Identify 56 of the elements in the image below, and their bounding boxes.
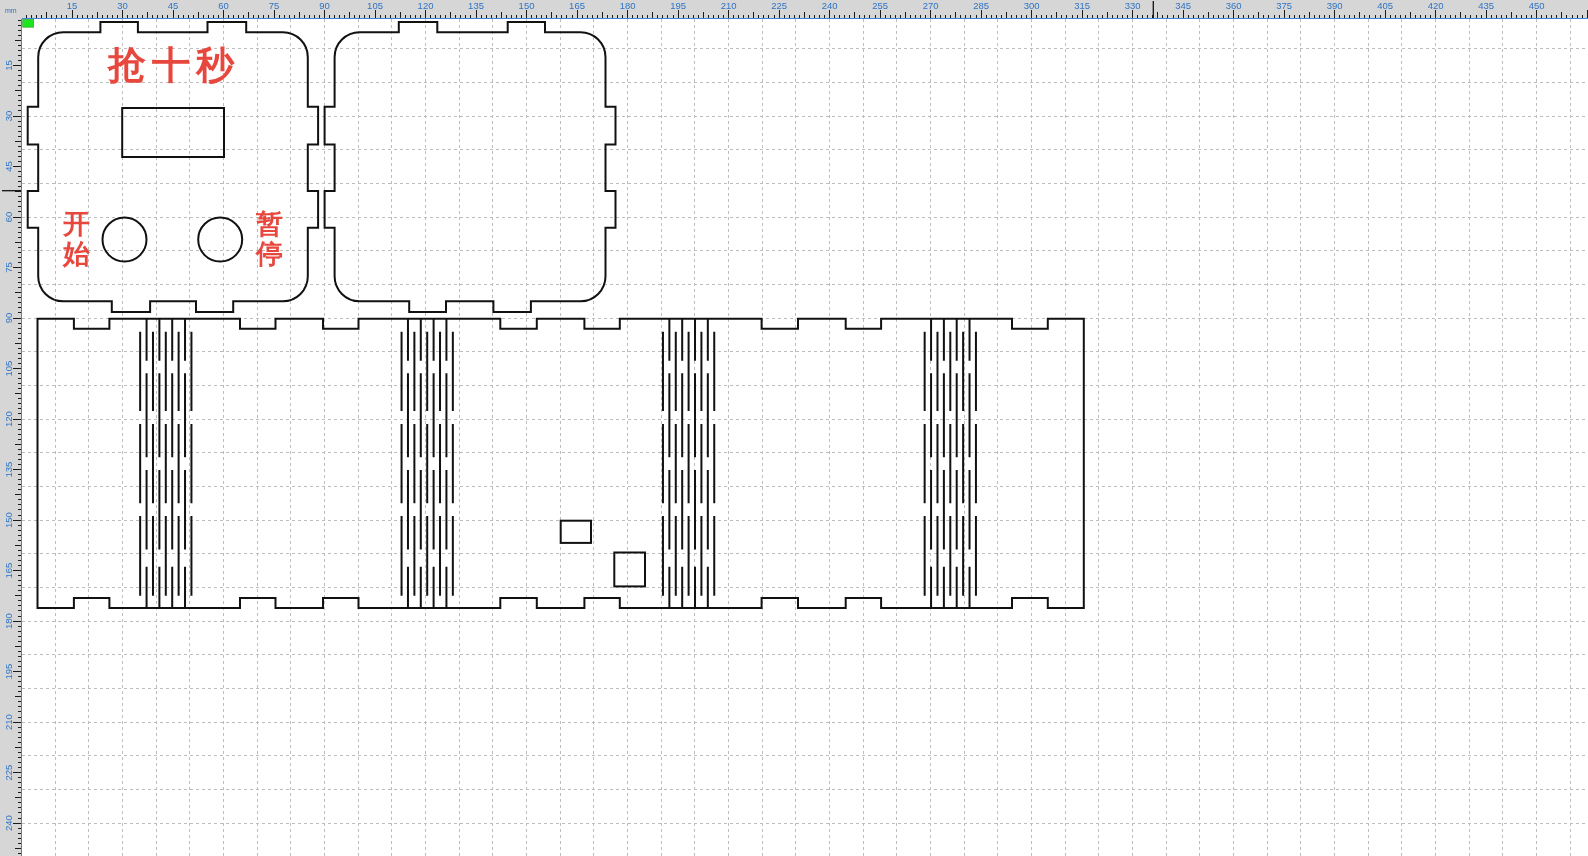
ruler-label: 390 bbox=[1326, 0, 1343, 11]
ruler-label: 30 bbox=[3, 110, 14, 122]
ruler-label: 225 bbox=[771, 0, 787, 11]
ruler-label: 405 bbox=[1377, 0, 1394, 11]
ruler-label: 135 bbox=[468, 0, 484, 11]
ruler-label: 315 bbox=[1074, 0, 1091, 11]
pause-label: 暂停 bbox=[256, 209, 283, 269]
ruler-label: 330 bbox=[1124, 0, 1141, 11]
ruler-label: 195 bbox=[3, 663, 14, 680]
ruler-label: 270 bbox=[922, 0, 939, 11]
ruler-label: 60 bbox=[218, 0, 229, 11]
ruler-label: 105 bbox=[367, 0, 383, 11]
ruler-label: 75 bbox=[268, 0, 280, 11]
panel-title: 抢十秒 bbox=[108, 46, 240, 84]
ruler-label: 240 bbox=[821, 0, 838, 11]
ruler-label: 180 bbox=[3, 613, 14, 629]
ruler-label: 180 bbox=[619, 0, 636, 11]
ruler-label: 90 bbox=[319, 0, 330, 11]
ruler-label: 120 bbox=[417, 0, 434, 11]
ruler-label: 105 bbox=[3, 360, 14, 377]
ruler-label: 420 bbox=[1427, 0, 1444, 11]
ruler-label: 195 bbox=[670, 0, 686, 11]
cursor-marker bbox=[1, 190, 21, 192]
ruler-label: 240 bbox=[3, 815, 14, 831]
ruler-label: 165 bbox=[3, 562, 14, 579]
ruler-label: 135 bbox=[3, 461, 14, 478]
ruler-label: 210 bbox=[3, 714, 14, 730]
ruler-label: 285 bbox=[973, 0, 990, 11]
ruler-label: 75 bbox=[3, 262, 14, 273]
ruler-label: 90 bbox=[3, 312, 14, 324]
ruler-label: 345 bbox=[1175, 0, 1192, 11]
ruler-label: 60 bbox=[3, 211, 14, 223]
ruler-label: 210 bbox=[720, 0, 737, 11]
origin-marker-icon bbox=[22, 19, 34, 28]
ruler-label: 165 bbox=[569, 0, 585, 11]
ruler-label: 360 bbox=[1225, 0, 1242, 11]
ruler-label: 225 bbox=[3, 764, 14, 781]
rectangle-cutout bbox=[559, 519, 592, 544]
ruler-label: 15 bbox=[66, 0, 78, 11]
ruler-label: 450 bbox=[1528, 0, 1545, 11]
ruler-label: 45 bbox=[167, 0, 179, 11]
button-hole bbox=[197, 216, 244, 263]
cursor-marker bbox=[1152, 0, 1154, 18]
ruler-label: 120 bbox=[3, 411, 14, 427]
ruler-label: 375 bbox=[1276, 0, 1293, 11]
ruler-label: 45 bbox=[3, 161, 14, 172]
ruler-label: 300 bbox=[1023, 0, 1040, 11]
square-cutout bbox=[613, 551, 646, 588]
ruler-label: 15 bbox=[3, 60, 14, 71]
start-label: 开始 bbox=[63, 209, 90, 269]
ruler-label: 30 bbox=[117, 0, 128, 11]
ruler-label: 150 bbox=[518, 0, 535, 11]
ruler-label: 435 bbox=[1478, 0, 1495, 11]
ruler-label: 150 bbox=[3, 512, 14, 528]
ruler-label: 255 bbox=[872, 0, 888, 11]
button-hole bbox=[101, 216, 148, 263]
